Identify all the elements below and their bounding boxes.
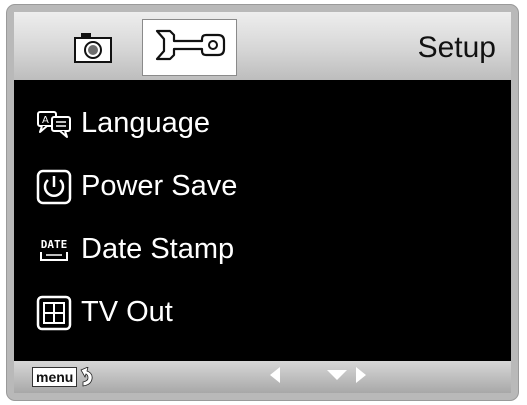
return-icon <box>79 367 95 387</box>
camera-screen: Setup A Language Power Save DATE Date St… <box>14 12 511 393</box>
footer-bar: menu <box>14 361 511 393</box>
menu-item-label: Language <box>81 107 211 139</box>
wrench-icon <box>152 27 228 68</box>
nav-arrows <box>268 366 368 388</box>
menu-item-date-stamp[interactable]: DATE Date Stamp <box>14 218 511 281</box>
menu-label: menu <box>32 367 78 387</box>
menu-item-label: TV Out <box>81 296 173 328</box>
svg-text:A: A <box>42 115 49 126</box>
down-arrow-icon[interactable] <box>326 365 348 390</box>
power-icon <box>35 167 73 207</box>
menu-item-language[interactable]: A Language <box>14 92 511 155</box>
tab-camera[interactable] <box>58 26 128 72</box>
tv-out-icon <box>35 293 73 333</box>
menu-item-tv-out[interactable]: TV Out <box>14 281 511 344</box>
page-title: Setup <box>417 31 496 64</box>
svg-text:DATE: DATE <box>41 238 68 251</box>
date-stamp-icon: DATE <box>35 230 73 270</box>
camera-icon <box>74 31 112 68</box>
menu-item-power-save[interactable]: Power Save <box>14 155 511 218</box>
tab-setup[interactable] <box>142 19 237 76</box>
left-arrow-icon[interactable] <box>268 365 282 390</box>
language-icon: A <box>35 104 73 144</box>
right-arrow-icon[interactable] <box>354 365 368 390</box>
menu-item-label: Date Stamp <box>81 233 235 265</box>
header-bar: Setup <box>14 12 511 80</box>
menu-back-button[interactable]: menu <box>32 366 95 388</box>
menu-item-label: Power Save <box>81 170 238 202</box>
settings-menu: A Language Power Save DATE Date Stamp TV… <box>14 92 511 344</box>
